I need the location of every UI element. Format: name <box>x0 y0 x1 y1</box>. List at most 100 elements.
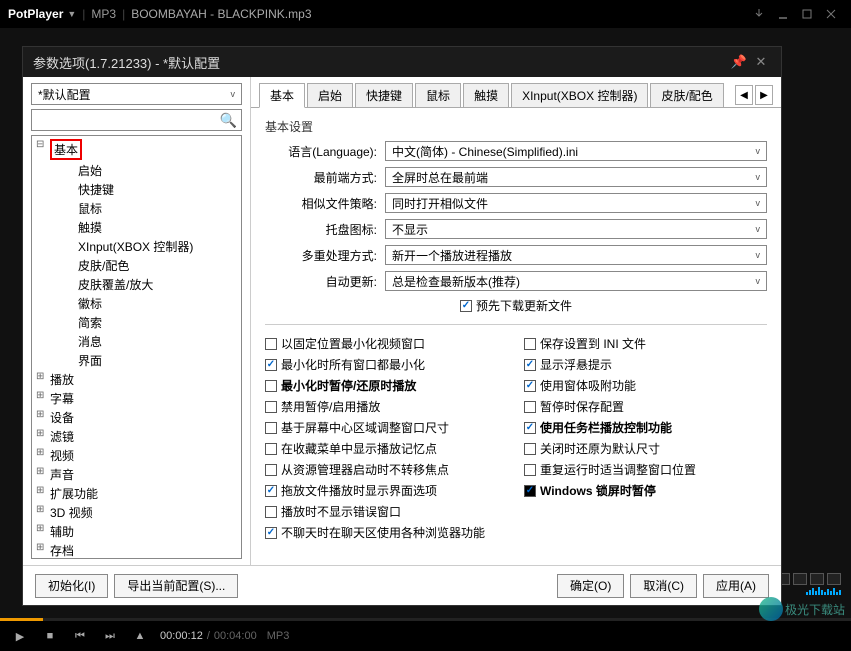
dialog-title-text: 参数选项(1.7.21233) - *默认配置 <box>33 53 220 72</box>
form-select[interactable]: 全屏时总在最前端v <box>385 167 767 187</box>
form-label: 托盘图标: <box>265 221 385 238</box>
form-select[interactable]: 同时打开相似文件v <box>385 193 767 213</box>
minimize-icon[interactable] <box>771 4 795 24</box>
checkbox[interactable]: 基于屏幕中心区域调整窗口尺寸 <box>265 419 508 436</box>
tree-item[interactable]: 声音 <box>36 465 237 484</box>
ok-button[interactable]: 确定(O) <box>557 574 624 598</box>
export-button[interactable]: 导出当前配置(S)... <box>114 574 238 598</box>
form-label: 自动更新: <box>265 273 385 290</box>
cancel-button[interactable]: 取消(C) <box>630 574 697 598</box>
tab[interactable]: XInput(XBOX 控制器) <box>511 83 648 107</box>
player-controls: ▶ ■ ⏮ ⏭ ▲ 00:00:12 / 00:04:00 MP3 <box>0 621 851 651</box>
dialog-footer: 初始化(I) 导出当前配置(S)... 确定(O) 取消(C) 应用(A) <box>23 565 781 605</box>
settings-area: 基本设置 语言(Language): 中文(简体) - Chinese(Simp… <box>251 108 781 565</box>
tree-item[interactable]: 视频 <box>36 446 237 465</box>
init-button[interactable]: 初始化(I) <box>35 574 108 598</box>
checkbox[interactable]: 以固定位置最小化视频窗口 <box>265 335 508 352</box>
tree-item[interactable]: 快捷键 <box>36 180 237 199</box>
checkbox[interactable]: 显示浮悬提示 <box>524 356 767 373</box>
right-panel: 基本启始快捷键鼠标触摸XInput(XBOX 控制器)皮肤/配色 ◀ ▶ 基本设… <box>251 77 781 565</box>
tree-item[interactable]: 徽标 <box>36 294 237 313</box>
tree-item[interactable]: 界面 <box>36 351 237 370</box>
checkbox[interactable]: 播放时不显示错误窗口 <box>265 503 508 520</box>
tree-item[interactable]: 辅助 <box>36 522 237 541</box>
form-label: 最前端方式: <box>265 169 385 186</box>
tree-item[interactable]: 扩展功能 <box>36 484 237 503</box>
title-dropdown-icon[interactable]: ▼ <box>67 9 76 19</box>
visualizer <box>806 587 841 595</box>
checkbox[interactable]: 拖放文件播放时显示界面选项 <box>265 482 508 499</box>
chk-predownload[interactable]: 预先下载更新文件 <box>460 297 572 314</box>
checkbox[interactable]: 使用窗体吸附功能 <box>524 377 767 394</box>
preferences-dialog: 参数选项(1.7.21233) - *默认配置 📌 ✕ *默认配置v 🔍 基本 … <box>22 46 782 606</box>
tree-item[interactable]: 启始 <box>36 161 237 180</box>
tab-scroll-left[interactable]: ◀ <box>735 85 753 105</box>
checkbox[interactable]: 从资源管理器启动时不转移焦点 <box>265 461 508 478</box>
tree-item[interactable]: 3D 视频 <box>36 503 237 522</box>
group-label: 基本设置 <box>265 118 767 135</box>
checkbox[interactable]: Windows 锁屏时暂停 <box>524 482 767 499</box>
tree-item[interactable]: 滤镜 <box>36 427 237 446</box>
close-icon[interactable] <box>819 4 843 24</box>
form-select[interactable]: 总是检查最新版本(推荐)v <box>385 271 767 291</box>
tab[interactable]: 快捷键 <box>355 83 413 107</box>
tree-item[interactable]: 消息 <box>36 332 237 351</box>
tree-item[interactable]: 皮肤覆盖/放大 <box>36 275 237 294</box>
format-badge: MP3 <box>267 630 290 642</box>
tab-scroll-right[interactable]: ▶ <box>755 85 773 105</box>
dialog-close-icon[interactable]: ✕ <box>751 52 771 72</box>
checkbox[interactable]: 保存设置到 INI 文件 <box>524 335 767 352</box>
next-button[interactable]: ⏭ <box>100 626 120 646</box>
tab[interactable]: 鼠标 <box>415 83 461 107</box>
play-button[interactable]: ▶ <box>10 626 30 646</box>
maximize-icon[interactable] <box>795 4 819 24</box>
tree-item[interactable]: 鼠标 <box>36 199 237 218</box>
search-box[interactable]: 🔍 <box>31 109 242 131</box>
checkbox[interactable]: 暂停时保存配置 <box>524 398 767 415</box>
tree-item[interactable]: 字幕 <box>36 389 237 408</box>
checkbox[interactable]: 最小化时所有窗口都最小化 <box>265 356 508 373</box>
left-panel: *默认配置v 🔍 基本 启始快捷键鼠标触摸XInput(XBOX 控制器)皮肤/… <box>23 77 251 565</box>
checkbox[interactable]: 禁用暂停/启用播放 <box>265 398 508 415</box>
stop-button[interactable]: ■ <box>40 626 60 646</box>
tree-item[interactable]: 触摸 <box>36 218 237 237</box>
form-select[interactable]: 不显示v <box>385 219 767 239</box>
checkbox[interactable]: 在收藏菜单中显示播放记忆点 <box>265 440 508 457</box>
time-info: 00:00:12 / 00:04:00 <box>160 630 257 642</box>
search-icon[interactable]: 🔍 <box>220 112 237 129</box>
pin-icon[interactable] <box>747 4 771 24</box>
menu-button[interactable]: ▲ <box>130 626 150 646</box>
checkbox[interactable]: 关闭时还原为默认尺寸 <box>524 440 767 457</box>
tab[interactable]: 触摸 <box>463 83 509 107</box>
form-select[interactable]: 新开一个播放进程播放v <box>385 245 767 265</box>
tabs-row: 基本启始快捷键鼠标触摸XInput(XBOX 控制器)皮肤/配色 ◀ ▶ <box>251 77 781 108</box>
tab[interactable]: 启始 <box>307 83 353 107</box>
checkbox[interactable]: 最小化时暂停/还原时播放 <box>265 377 508 394</box>
tree-item[interactable]: 设备 <box>36 408 237 427</box>
config-select[interactable]: *默认配置v <box>31 83 242 105</box>
prev-button[interactable]: ⏮ <box>70 626 90 646</box>
song-title: BOOMBAYAH - BLACKPINK.mp3 <box>131 7 311 21</box>
format-label: MP3 <box>91 7 116 21</box>
apply-button[interactable]: 应用(A) <box>703 574 769 598</box>
checkbox[interactable]: 使用任务栏播放控制功能 <box>524 419 767 436</box>
checkbox[interactable]: 不聊天时在聊天区使用各种浏览器功能 <box>265 524 508 541</box>
tree-item[interactable]: 简索 <box>36 313 237 332</box>
tab[interactable]: 皮肤/配色 <box>650 83 723 107</box>
form-label: 语言(Language): <box>265 143 385 160</box>
dialog-titlebar: 参数选项(1.7.21233) - *默认配置 📌 ✕ <box>23 47 781 77</box>
tree-item[interactable]: 皮肤/配色 <box>36 256 237 275</box>
search-input[interactable] <box>36 113 220 127</box>
form-select[interactable]: 中文(简体) - Chinese(Simplified).iniv <box>385 141 767 161</box>
tree-basic[interactable]: 基本 <box>36 138 237 161</box>
nav-tree[interactable]: 基本 启始快捷键鼠标触摸XInput(XBOX 控制器)皮肤/配色皮肤覆盖/放大… <box>31 135 242 559</box>
tree-item[interactable]: XInput(XBOX 控制器) <box>36 237 237 256</box>
dialog-pin-icon[interactable]: 📌 <box>729 52 749 72</box>
tab[interactable]: 基本 <box>259 83 305 108</box>
checkbox[interactable]: 重复运行时适当调整窗口位置 <box>524 461 767 478</box>
tree-item[interactable]: 播放 <box>36 370 237 389</box>
tree-item[interactable]: 存档 <box>36 541 237 559</box>
form-label: 多重处理方式: <box>265 247 385 264</box>
form-label: 相似文件策略: <box>265 195 385 212</box>
app-titlebar: PotPlayer ▼ | MP3 | BOOMBAYAH - BLACKPIN… <box>0 0 851 28</box>
